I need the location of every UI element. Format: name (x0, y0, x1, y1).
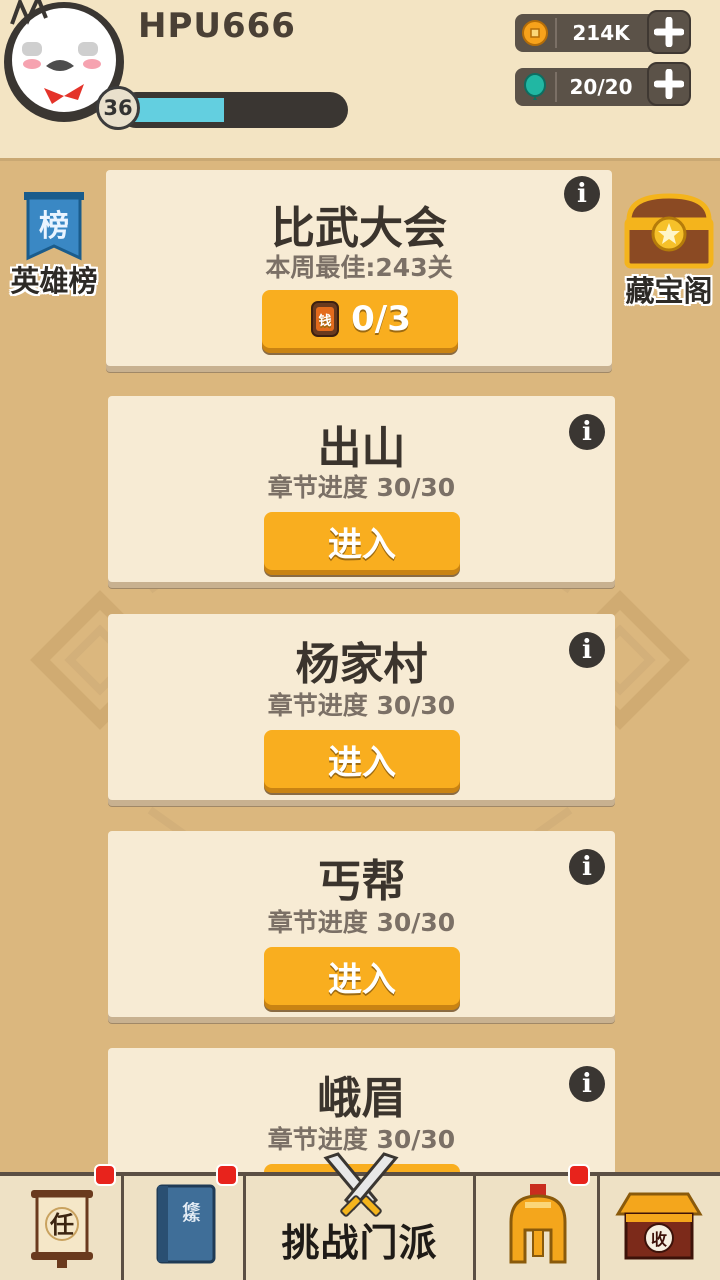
ticket-count: 0/3 (351, 299, 411, 339)
plus-icon (654, 17, 684, 47)
chapter-title: 峨眉 (317, 1073, 406, 1124)
ticket-text: 钱 (319, 313, 332, 329)
player-name: HPU666 (138, 6, 296, 46)
notification-dot (568, 1164, 590, 1186)
chapter-title: 杨家村 (295, 639, 428, 690)
nav-shop[interactable]: 收 (600, 1176, 720, 1280)
info-icon[interactable]: i (569, 849, 605, 885)
banner-text: 榜 (39, 209, 69, 244)
shop-building-icon: 收 (615, 1192, 703, 1260)
balloon-icon (524, 73, 546, 100)
treasure-button[interactable]: 藏宝阁 (618, 190, 720, 310)
leaderboard-button[interactable]: 榜 英雄榜 (4, 188, 104, 300)
xp-bar (118, 92, 348, 128)
player-header: 36 HPU666 214K 20/20 (0, 0, 720, 161)
treasure-label: 藏宝阁 (625, 274, 713, 308)
add-coins-button[interactable] (647, 10, 691, 54)
tournament-title: 比武大会 (271, 203, 447, 254)
shop-icon-text: 收 (651, 1230, 667, 1249)
banner-icon: 榜 (24, 192, 84, 261)
tournament-card: 比武大会 本周最佳:243关 i 钱 0/3 (106, 170, 612, 366)
tournament-best: 本周最佳:243关 (265, 253, 453, 282)
notification-dot (216, 1164, 238, 1186)
nav-tasks[interactable]: 任 (0, 1164, 124, 1280)
stamina-value: 20/20 (569, 75, 633, 99)
nav-challenge-sects[interactable]: 挑战门派 (246, 1152, 476, 1280)
training-icon-text: 修炼 (180, 1201, 202, 1222)
enter-button[interactable]: 进入 (264, 730, 460, 788)
treasure-chest-icon (624, 193, 714, 269)
chapter-progress: 章节进度 30/30 (267, 908, 456, 937)
tasks-icon-text: 任 (49, 1211, 74, 1239)
ticket-icon: 钱 (311, 301, 340, 337)
chapter-title: 出山 (317, 423, 406, 474)
coin-value: 214K (572, 21, 630, 45)
chapter-title: 丐帮 (317, 856, 406, 907)
notification-dot (94, 1164, 116, 1186)
nav-training[interactable]: 修炼 (124, 1164, 246, 1280)
tournament-start-button[interactable]: 钱 0/3 (262, 290, 458, 348)
book-icon: 修炼 (156, 1184, 216, 1264)
chapter-card: 杨家村 章节进度 30/30 i 进入 (108, 614, 615, 800)
level-badge: 36 (96, 86, 140, 130)
chapter-card: 出山 章节进度 30/30 i 进入 (108, 396, 615, 582)
info-icon[interactable]: i (569, 414, 605, 450)
helmet-icon (509, 1184, 567, 1264)
nav-equipment[interactable] (476, 1164, 600, 1280)
info-icon[interactable]: i (569, 1066, 605, 1102)
enter-button[interactable]: 进入 (264, 947, 460, 1005)
info-icon[interactable]: i (564, 176, 600, 212)
chapter-card: 丐帮 章节进度 30/30 i 进入 (108, 831, 615, 1017)
enter-button[interactable]: 进入 (264, 512, 460, 570)
add-stamina-button[interactable] (647, 62, 691, 106)
plus-icon (654, 69, 684, 99)
challenge-label: 挑战门派 (281, 1221, 438, 1265)
info-icon[interactable]: i (569, 632, 605, 668)
chapter-progress: 章节进度 30/30 (267, 473, 456, 502)
leaderboard-label: 英雄榜 (10, 264, 98, 298)
bottom-nav: 任 修炼 挑战门派 收 (0, 1152, 720, 1280)
scroll-icon: 任 (31, 1190, 93, 1268)
chapter-progress: 章节进度 30/30 (267, 691, 456, 720)
coin-icon (522, 20, 548, 46)
